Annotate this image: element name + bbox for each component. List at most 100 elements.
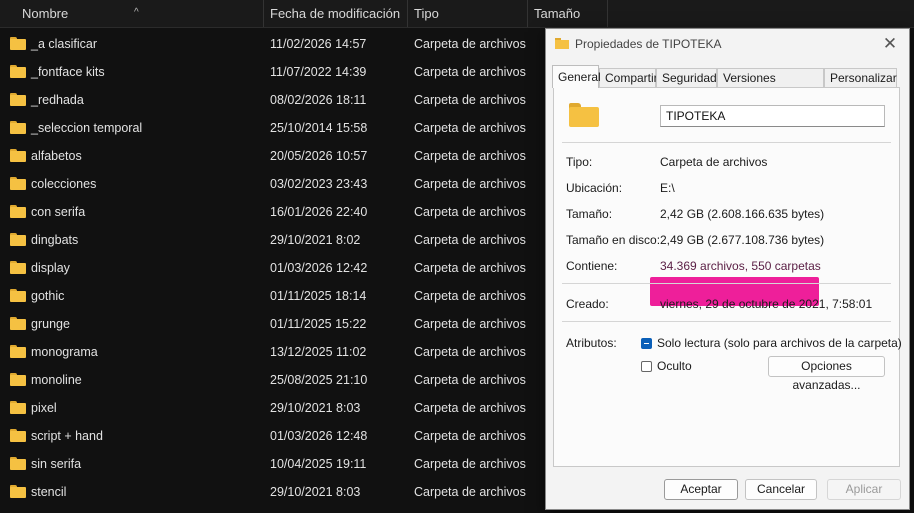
row-type: Carpeta de archivos: [414, 205, 526, 219]
created-label: Creado:: [566, 297, 609, 311]
row-modified: 13/12/2025 11:02: [270, 345, 367, 359]
row-modified: 08/02/2026 18:11: [270, 93, 367, 107]
row-modified: 25/08/2025 21:10: [270, 373, 368, 387]
folder-icon: [10, 233, 26, 246]
folder-icon: [10, 485, 26, 498]
column-header-bar: Nombre ^ Fecha de modificación Tipo Tama…: [0, 0, 914, 28]
row-type: Carpeta de archivos: [414, 373, 526, 387]
separator: [562, 321, 891, 322]
folder-name-input[interactable]: TIPOTEKA: [660, 105, 885, 127]
properties-dialog: Propiedades de TIPOTEKA ✕ General Compar…: [545, 28, 910, 510]
folder-icon: [10, 37, 26, 50]
apply-button[interactable]: Aplicar: [827, 479, 901, 500]
hidden-label[interactable]: Oculto: [657, 359, 692, 373]
column-header-type-label: Tipo: [414, 6, 439, 21]
row-type: Carpeta de archivos: [414, 37, 526, 51]
row-name: _redhada: [31, 93, 84, 107]
column-header-name-label: Nombre: [22, 6, 69, 21]
row-type: Carpeta de archivos: [414, 401, 526, 415]
location-value: E:\: [660, 181, 675, 195]
folder-icon: [10, 289, 26, 302]
row-modified: 01/11/2025 15:22: [270, 317, 367, 331]
row-name: grunge: [31, 317, 70, 331]
row-modified: 03/02/2023 23:43: [270, 177, 368, 191]
accept-button[interactable]: Aceptar: [664, 479, 738, 500]
folder-icon: [10, 93, 26, 106]
folder-icon: [10, 345, 26, 358]
tab-general[interactable]: General: [552, 65, 601, 88]
row-modified: 25/10/2014 15:58: [270, 121, 368, 135]
tab-seguridad[interactable]: Seguridad: [656, 68, 717, 87]
row-name: _seleccion temporal: [31, 121, 143, 135]
row-type: Carpeta de archivos: [414, 121, 526, 135]
dialog-titlebar[interactable]: Propiedades de TIPOTEKA ✕: [546, 29, 909, 59]
row-name: stencil: [31, 485, 67, 499]
row-modified: 01/11/2025 18:14: [270, 289, 367, 303]
row-modified: 10/04/2025 19:11: [270, 457, 367, 471]
row-name: monograma: [31, 345, 98, 359]
row-name: sin serifa: [31, 457, 82, 471]
row-type: Carpeta de archivos: [414, 345, 526, 359]
column-header-size[interactable]: Tamaño: [528, 0, 608, 27]
column-header-modified[interactable]: Fecha de modificación: [264, 0, 408, 27]
row-name: con serifa: [31, 205, 86, 219]
row-modified: 01/03/2026 12:42: [270, 261, 368, 275]
row-type: Carpeta de archivos: [414, 261, 526, 275]
folder-icon: [569, 103, 599, 127]
row-type: Carpeta de archivos: [414, 93, 526, 107]
row-modified: 11/07/2022 14:39: [270, 65, 367, 79]
tab-compartir[interactable]: Compartir: [599, 68, 658, 87]
folder-icon: [10, 121, 26, 134]
row-type: Carpeta de archivos: [414, 429, 526, 443]
row-name: gothic: [31, 289, 65, 303]
column-header-size-label: Tamaño: [534, 6, 581, 21]
general-panel: TIPOTEKA Tipo: Carpeta de archivos Ubica…: [553, 87, 902, 467]
contains-label: Contiene:: [566, 259, 618, 273]
column-header-modified-label: Fecha de modificación: [270, 6, 401, 21]
row-modified: 20/05/2026 10:57: [270, 149, 368, 163]
folder-icon: [10, 401, 26, 414]
type-label: Tipo:: [566, 155, 593, 169]
row-name: display: [31, 261, 70, 275]
row-modified: 01/03/2026 12:48: [270, 429, 368, 443]
folder-icon: [10, 177, 26, 190]
created-value: viernes, 29 de octubre de 2021, 7:58:01: [660, 297, 873, 311]
disk-size-value: 2,49 GB (2.677.108.736 bytes): [660, 233, 825, 247]
column-header-type[interactable]: Tipo: [408, 0, 528, 27]
column-header-name[interactable]: Nombre ^: [0, 0, 264, 27]
row-name: pixel: [31, 401, 57, 415]
folder-icon: [10, 429, 26, 442]
row-name: colecciones: [31, 177, 97, 191]
row-name: monoline: [31, 373, 82, 387]
tab-personalizar[interactable]: Personalizar: [824, 68, 897, 87]
row-type: Carpeta de archivos: [414, 233, 526, 247]
type-value: Carpeta de archivos: [660, 155, 768, 169]
row-name: script + hand: [31, 429, 103, 443]
row-type: Carpeta de archivos: [414, 457, 526, 471]
dialog-title: Propiedades de TIPOTEKA: [575, 37, 722, 51]
separator: [562, 142, 891, 143]
row-name: alfabetos: [31, 149, 82, 163]
attributes-label: Atributos:: [566, 336, 617, 350]
tab-versiones-anteriores[interactable]: Versiones anteriores: [717, 68, 824, 104]
location-label: Ubicación:: [566, 181, 623, 195]
row-modified: 16/01/2026 22:40: [270, 205, 368, 219]
contains-value: 34.369 archivos, 550 carpetas: [660, 259, 821, 273]
folder-icon: [555, 38, 569, 49]
row-modified: 29/10/2021 8:03: [270, 401, 361, 415]
readonly-checkbox[interactable]: [641, 338, 652, 349]
row-type: Carpeta de archivos: [414, 289, 526, 303]
folder-icon: [10, 457, 26, 470]
row-name: _a clasificar: [31, 37, 97, 51]
row-type: Carpeta de archivos: [414, 65, 526, 79]
advanced-options-button[interactable]: Opciones avanzadas...: [768, 356, 885, 392]
close-button[interactable]: ✕: [878, 33, 902, 55]
row-modified: 29/10/2021 8:03: [270, 485, 361, 499]
folder-icon: [10, 205, 26, 218]
readonly-label[interactable]: Solo lectura (solo para archivos de la c…: [657, 336, 902, 350]
folder-icon: [10, 149, 26, 162]
sort-ascending-icon: ^: [134, 7, 139, 18]
hidden-checkbox[interactable]: [641, 361, 652, 372]
separator: [562, 283, 891, 284]
cancel-button[interactable]: Cancelar: [745, 479, 817, 500]
